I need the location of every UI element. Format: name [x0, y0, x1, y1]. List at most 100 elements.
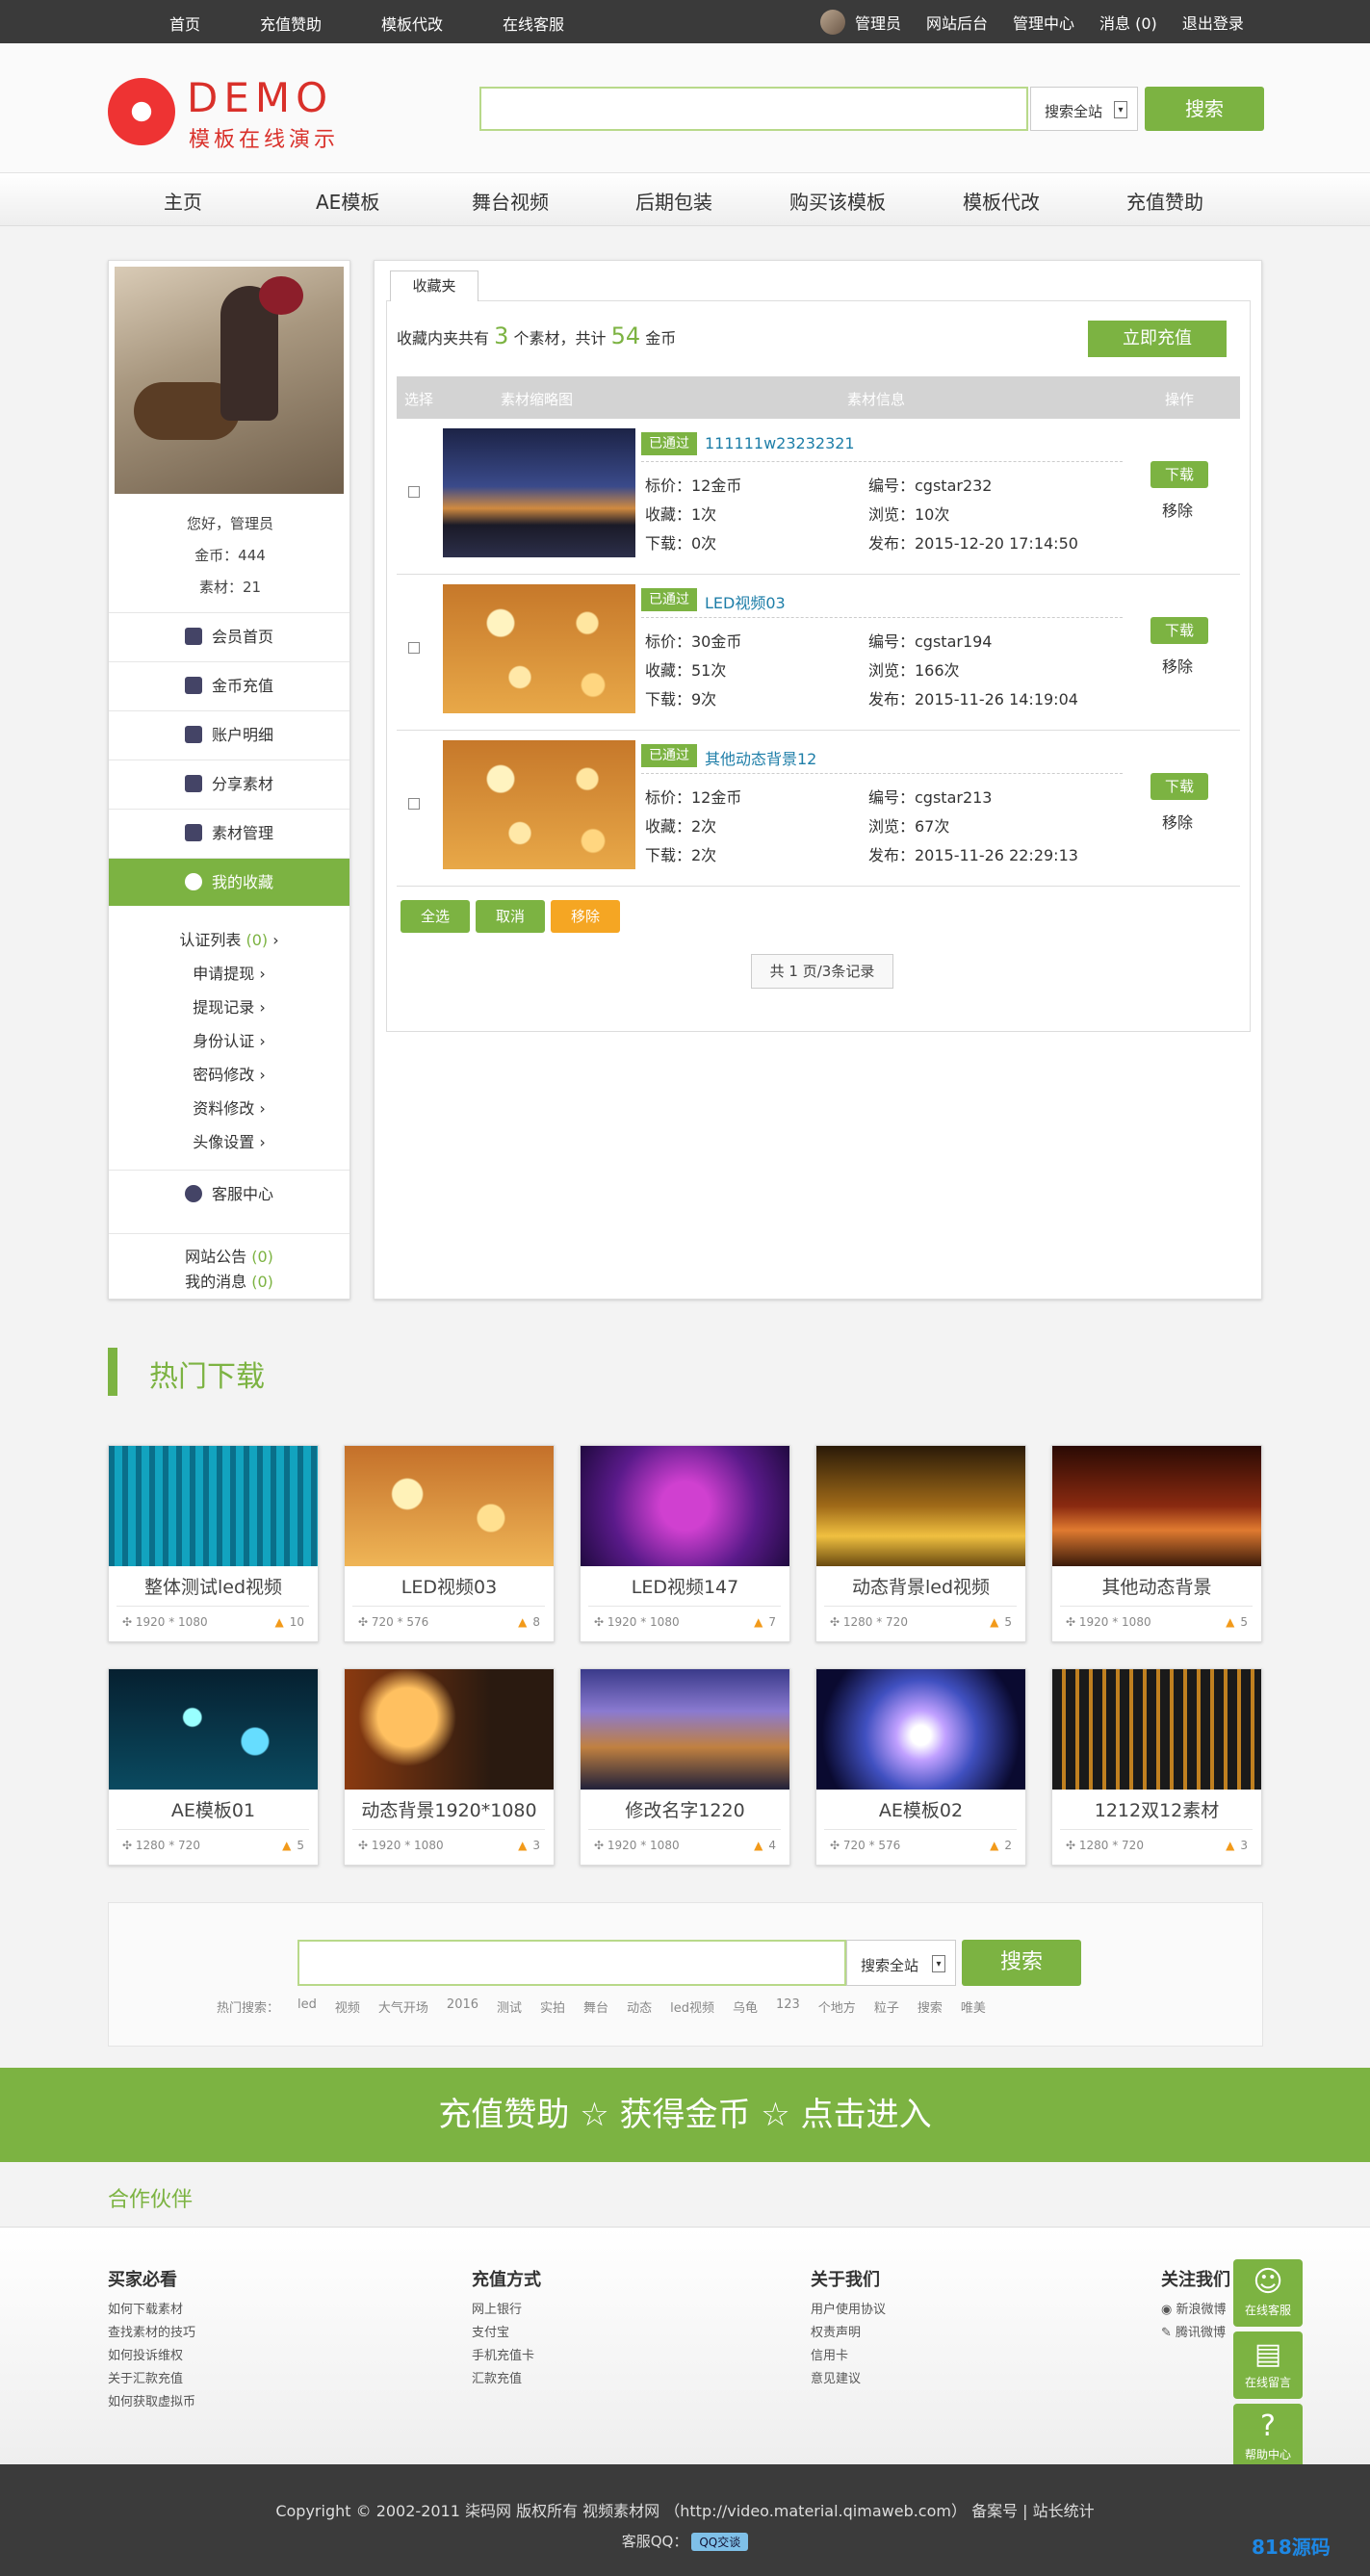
- nav-item-template[interactable]: 模板代改: [963, 187, 1040, 215]
- header-search-scope[interactable]: 搜索全站 ▾: [1030, 87, 1138, 131]
- header-search-button[interactable]: 搜索: [1145, 87, 1264, 131]
- card-title[interactable]: 1212双12素材: [1052, 1796, 1261, 1822]
- card-thumbnail[interactable]: [1052, 1446, 1261, 1566]
- top-link-messages[interactable]: 消息 (0): [1099, 11, 1157, 34]
- card-title[interactable]: 整体测试led视频: [109, 1573, 318, 1599]
- sidebar-item-manage[interactable]: 素材管理: [109, 809, 349, 857]
- footer-link[interactable]: 用户使用协议: [811, 2299, 886, 2322]
- footer-link[interactable]: 手机充值卡: [472, 2345, 541, 2368]
- download-button[interactable]: 下载: [1150, 461, 1208, 488]
- footer-link[interactable]: 查找素材的技巧: [108, 2322, 195, 2345]
- card-thumbnail[interactable]: [581, 1446, 789, 1566]
- nav-item-stage[interactable]: 舞台视频: [472, 187, 549, 215]
- row-thumbnail[interactable]: [443, 428, 635, 557]
- footer-link[interactable]: 如何投诉维权: [108, 2345, 195, 2368]
- sidebar-sub-identity[interactable]: 身份认证 ›: [109, 1028, 349, 1051]
- logo[interactable]: DEMO 模板在线演示: [108, 72, 358, 152]
- footer-link[interactable]: 网上银行: [472, 2299, 541, 2322]
- bottom-search-input[interactable]: [297, 1940, 846, 1986]
- keyword-link[interactable]: 舞台: [583, 1997, 608, 2016]
- sidebar-item-home[interactable]: 会员首页: [109, 612, 349, 660]
- pagination[interactable]: 共 1 页/3条记录: [751, 954, 893, 989]
- card-title[interactable]: 动态背景1920*1080: [345, 1796, 554, 1822]
- footer-link[interactable]: 权责声明: [811, 2322, 886, 2345]
- keyword-link[interactable]: 粒子: [874, 1997, 899, 2016]
- card-thumbnail[interactable]: [345, 1446, 554, 1566]
- footer-link[interactable]: 支付宝: [472, 2322, 541, 2345]
- footer-link[interactable]: 如何下载素材: [108, 2299, 195, 2322]
- keyword-link[interactable]: 123: [776, 1997, 800, 2016]
- card-title[interactable]: LED视频147: [581, 1573, 789, 1599]
- keyword-link[interactable]: 动态: [627, 1997, 652, 2016]
- hot-card[interactable]: LED视频147 ✣ 1920 * 1080 ▲ 7: [580, 1445, 790, 1642]
- keyword-link[interactable]: led: [297, 1997, 317, 2016]
- footer-link[interactable]: 关于汇款充值: [108, 2368, 195, 2391]
- float-online-service[interactable]: ☺ 在线客服: [1233, 2259, 1303, 2327]
- sidebar-sub-avatar[interactable]: 头像设置 ›: [109, 1129, 349, 1152]
- card-thumbnail[interactable]: [581, 1669, 789, 1790]
- nav-item-post[interactable]: 后期包装: [635, 187, 712, 215]
- nav-item-home[interactable]: 主页: [164, 187, 202, 215]
- top-link-home[interactable]: 首页: [169, 12, 200, 35]
- row-title-link[interactable]: LED视频03: [705, 590, 786, 613]
- sidebar-sub-password[interactable]: 密码修改 ›: [109, 1062, 349, 1085]
- sidebar-item-account[interactable]: 账户明细: [109, 710, 349, 759]
- hot-card[interactable]: 动态背景led视频 ✣ 1280 * 720 ▲ 5: [815, 1445, 1026, 1642]
- keyword-link[interactable]: 唯美: [961, 1997, 986, 2016]
- float-leave-message[interactable]: ▤ 在线留言: [1233, 2331, 1303, 2399]
- top-link-recharge[interactable]: 充值赞助: [260, 12, 322, 35]
- recharge-banner[interactable]: 充值赞助 ☆ 获得金币 ☆ 点击进入: [0, 2068, 1370, 2162]
- card-thumbnail[interactable]: [109, 1446, 318, 1566]
- keyword-link[interactable]: 个地方: [818, 1997, 856, 2016]
- sidebar-item-favorites[interactable]: 我的收藏: [109, 858, 349, 906]
- card-thumbnail[interactable]: [109, 1669, 318, 1790]
- sidebar-item-service[interactable]: 客服中心: [109, 1170, 349, 1218]
- keyword-link[interactable]: 实拍: [540, 1997, 565, 2016]
- bottom-search-scope[interactable]: 搜索全站 ▾: [846, 1940, 956, 1986]
- row-title-link[interactable]: 111111w23232321: [705, 434, 855, 452]
- keyword-link[interactable]: 大气开场: [378, 1997, 428, 2016]
- row-checkbox[interactable]: [408, 642, 420, 654]
- row-title-link[interactable]: 其他动态背景12: [705, 746, 816, 769]
- remove-selected-button[interactable]: 移除: [551, 900, 620, 933]
- sidebar-sub-withdraw[interactable]: 申请提现 ›: [109, 961, 349, 984]
- card-title[interactable]: LED视频03: [345, 1573, 554, 1599]
- footer-link[interactable]: ✎ 腾讯微博: [1161, 2322, 1230, 2345]
- remove-link[interactable]: 移除: [1162, 498, 1193, 521]
- bottom-search-button[interactable]: 搜索: [962, 1940, 1081, 1986]
- keyword-link[interactable]: 乌龟: [733, 1997, 758, 2016]
- keyword-link[interactable]: 2016: [447, 1997, 478, 2016]
- remove-link[interactable]: 移除: [1162, 810, 1193, 833]
- keyword-link[interactable]: 测试: [497, 1997, 522, 2016]
- header-search-input[interactable]: [479, 87, 1028, 131]
- card-thumbnail[interactable]: [816, 1446, 1025, 1566]
- card-thumbnail[interactable]: [1052, 1669, 1261, 1790]
- footer-link[interactable]: 意见建议: [811, 2368, 886, 2391]
- nav-item-recharge[interactable]: 充值赞助: [1126, 187, 1203, 215]
- float-help-center[interactable]: ? 帮助中心: [1233, 2404, 1303, 2471]
- keyword-link[interactable]: led视频: [670, 1997, 714, 2016]
- remove-link[interactable]: 移除: [1162, 654, 1193, 677]
- nav-item-ae[interactable]: AE模板: [316, 187, 379, 215]
- cancel-button[interactable]: 取消: [476, 900, 545, 933]
- top-link-manage[interactable]: 管理中心: [1013, 11, 1074, 34]
- footer-link[interactable]: 汇款充值: [472, 2368, 541, 2391]
- top-link-template[interactable]: 模板代改: [381, 12, 443, 35]
- top-link-logout[interactable]: 退出登录: [1182, 11, 1244, 34]
- sidebar-sub-withdraw-log[interactable]: 提现记录 ›: [109, 994, 349, 1018]
- avatar[interactable]: [820, 10, 845, 35]
- nav-item-buy[interactable]: 购买该模板: [789, 187, 886, 215]
- top-link-admin[interactable]: 网站后台: [926, 11, 988, 34]
- sidebar-item-share[interactable]: 分享素材: [109, 760, 349, 808]
- footer-link[interactable]: 如何获取虚拟币: [108, 2391, 195, 2414]
- hot-card[interactable]: 1212双12素材 ✣ 1280 * 720 ▲ 3: [1051, 1668, 1262, 1866]
- hot-card[interactable]: 整体测试led视频 ✣ 1920 * 1080 ▲ 10: [108, 1445, 319, 1642]
- sidebar-item-coin-recharge[interactable]: 金币充值: [109, 661, 349, 709]
- card-title[interactable]: 修改名字1220: [581, 1796, 789, 1822]
- row-checkbox[interactable]: [408, 486, 420, 498]
- sidebar-notice[interactable]: 网站公告 (0): [109, 1233, 349, 1267]
- download-button[interactable]: 下载: [1150, 617, 1208, 644]
- top-user-name[interactable]: 管理员: [855, 11, 901, 34]
- hot-card[interactable]: 动态背景1920*1080 ✣ 1920 * 1080 ▲ 3: [344, 1668, 555, 1866]
- row-checkbox[interactable]: [408, 798, 420, 810]
